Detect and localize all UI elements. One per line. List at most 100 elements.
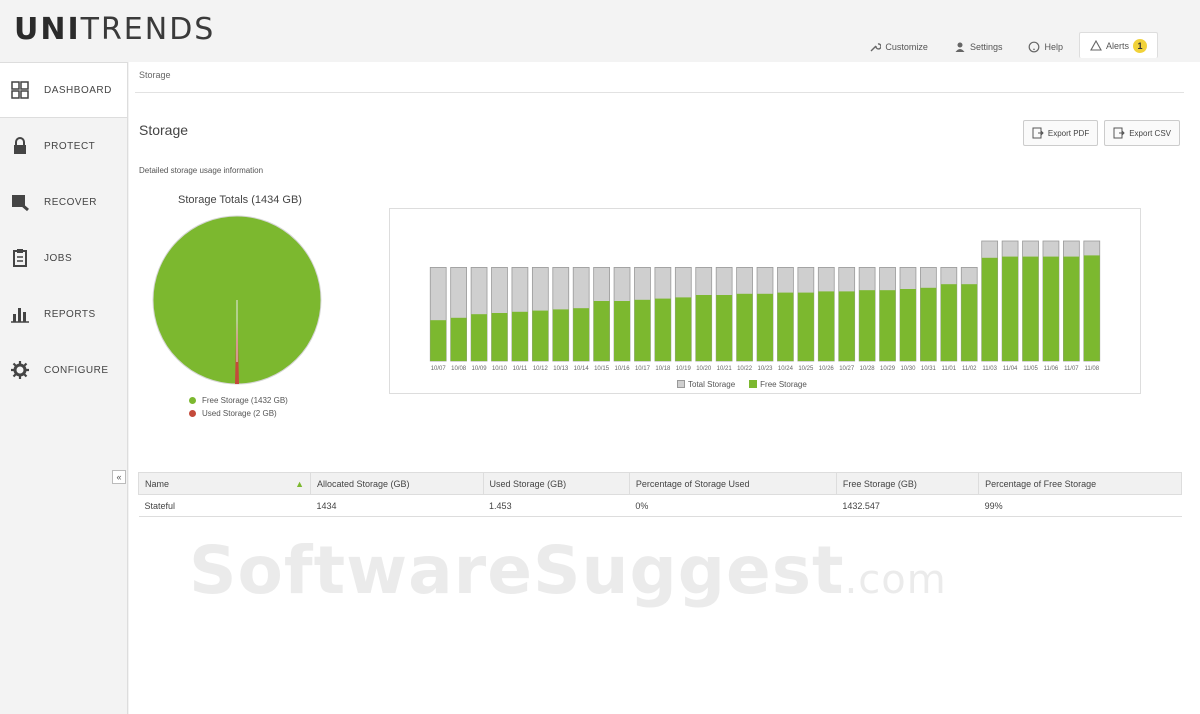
- main-content: Storage Storage Export PDF Export CSV De…: [129, 62, 1200, 714]
- bar-free[interactable]: [430, 320, 447, 361]
- sidebar-item-protect[interactable]: PROTECT: [0, 118, 127, 174]
- legend-label: Used Storage (2 GB): [202, 409, 277, 418]
- x-tick-label: 10/22: [737, 366, 753, 372]
- bar-legend: Total Storage Free Storage: [677, 380, 807, 389]
- bar-free[interactable]: [511, 311, 528, 361]
- bar-free[interactable]: [757, 293, 773, 361]
- bar-free[interactable]: [797, 292, 814, 361]
- help-label: Help: [1044, 42, 1063, 52]
- watermark-tld: .com: [844, 557, 947, 603]
- legend-item-free[interactable]: Free Storage (1432 GB): [189, 394, 288, 407]
- bar-free[interactable]: [961, 284, 978, 361]
- settings-link[interactable]: Settings: [944, 36, 1013, 58]
- sidebar-item-label: PROTECT: [44, 140, 96, 152]
- bar-free[interactable]: [634, 299, 651, 361]
- bar-free[interactable]: [736, 293, 753, 361]
- x-tick-label: 10/16: [615, 366, 631, 372]
- legend-swatch: [189, 397, 196, 404]
- x-tick-label: 10/29: [880, 366, 896, 372]
- breadcrumb[interactable]: Storage: [139, 70, 171, 80]
- bar-free[interactable]: [532, 310, 549, 361]
- column-header[interactable]: Percentage of Storage Used: [628, 472, 837, 495]
- x-tick-label: 10/27: [839, 366, 855, 372]
- bar-free[interactable]: [879, 290, 896, 361]
- sidebar-item-configure[interactable]: CONFIGURE: [0, 342, 127, 398]
- table-cell: 1434: [310, 494, 484, 517]
- bar-free[interactable]: [777, 292, 794, 361]
- bar-free[interactable]: [654, 298, 671, 361]
- sidebar: DASHBOARD PROTECT RECOVER JOBS REPORTS C…: [0, 62, 128, 714]
- x-tick-label: 10/11: [513, 366, 528, 372]
- x-tick-label: 11/02: [962, 366, 977, 372]
- top-bar: UNITRENDS Customize Settings Help Alerts…: [0, 0, 1200, 62]
- bar-free[interactable]: [552, 309, 569, 361]
- customize-link[interactable]: Customize: [859, 36, 938, 58]
- watermark: SoftwareSuggest.com: [189, 532, 947, 609]
- x-tick-label: 10/31: [921, 366, 937, 372]
- bar-free[interactable]: [1002, 256, 1019, 361]
- watermark-main: SoftwareSuggest: [189, 532, 845, 609]
- page-title: Storage: [139, 122, 189, 138]
- bar-free[interactable]: [818, 291, 835, 361]
- collapse-sidebar-button[interactable]: «: [112, 470, 126, 484]
- wrench-icon: [870, 43, 882, 52]
- bar-free[interactable]: [1083, 255, 1100, 361]
- table-cell: Stateful: [138, 494, 311, 517]
- sidebar-item-recover[interactable]: RECOVER: [0, 174, 127, 230]
- bar-free[interactable]: [1063, 256, 1080, 361]
- sort-icon[interactable]: ▲: [295, 479, 304, 489]
- legend-label: Free Storage: [760, 380, 807, 389]
- column-header[interactable]: Percentage of Free Storage: [978, 472, 1182, 495]
- bar-free[interactable]: [1022, 256, 1039, 361]
- bar-free[interactable]: [450, 317, 467, 361]
- x-tick-label: 11/04: [1003, 366, 1018, 372]
- bar-free[interactable]: [940, 284, 957, 361]
- x-tick-label: 10/07: [431, 366, 447, 372]
- bar-free[interactable]: [573, 308, 590, 361]
- table-cell: 1432.547: [836, 494, 979, 517]
- legend-item-free[interactable]: Free Storage: [749, 380, 807, 389]
- bar-free[interactable]: [859, 290, 876, 361]
- pie-legend: Free Storage (1432 GB) Used Storage (2 G…: [189, 394, 288, 420]
- bar-free[interactable]: [695, 295, 712, 361]
- column-header[interactable]: Allocated Storage (GB): [310, 472, 484, 495]
- column-header[interactable]: Name ▲: [138, 472, 311, 495]
- help-link[interactable]: Help: [1018, 36, 1073, 58]
- x-tick-label: 10/30: [900, 366, 916, 372]
- storage-table: Name ▲ Allocated Storage (GB) Used Storag…: [138, 472, 1182, 517]
- export-csv-button[interactable]: Export CSV: [1104, 120, 1180, 146]
- bar-free[interactable]: [920, 287, 937, 361]
- x-tick-label: 10/14: [574, 366, 590, 372]
- bar-free[interactable]: [614, 301, 630, 361]
- divider: [135, 92, 1184, 93]
- legend-item-used[interactable]: Used Storage (2 GB): [189, 407, 288, 420]
- bar-free[interactable]: [471, 314, 488, 361]
- x-tick-label: 10/17: [635, 366, 651, 372]
- bar-free[interactable]: [675, 297, 692, 361]
- sidebar-item-reports[interactable]: REPORTS: [0, 286, 127, 342]
- pie-title: Storage Totals (1434 GB): [178, 194, 302, 206]
- bar-free[interactable]: [593, 301, 610, 361]
- x-tick-label: 10/15: [594, 366, 610, 372]
- bar-free[interactable]: [981, 257, 998, 361]
- customize-label: Customize: [885, 42, 928, 52]
- x-tick-label: 11/01: [942, 366, 957, 372]
- alerts-link[interactable]: Alerts 1: [1078, 32, 1158, 58]
- sidebar-item-jobs[interactable]: JOBS: [0, 230, 127, 286]
- legend-item-total[interactable]: Total Storage: [677, 380, 735, 389]
- bar-free[interactable]: [716, 295, 733, 361]
- table-row[interactable]: Stateful 1434 1.453 0% 1432.547 99%: [138, 494, 1182, 517]
- export-pdf-button[interactable]: Export PDF: [1022, 120, 1099, 146]
- storage-bar-chart: 10/07 10/08 10/09 10/10 10/11 10/12 10/13 10/14…: [389, 208, 1141, 394]
- column-header[interactable]: Free Storage (GB): [835, 472, 980, 495]
- legend-swatch: [677, 380, 685, 388]
- legend-label: Free Storage (1432 GB): [202, 396, 288, 405]
- bar-free[interactable]: [1042, 256, 1059, 361]
- sidebar-item-dashboard[interactable]: DASHBOARD: [0, 62, 127, 118]
- bar-free[interactable]: [900, 289, 916, 361]
- bar-free[interactable]: [838, 291, 855, 361]
- bar-free[interactable]: [491, 313, 508, 361]
- x-tick-label: 10/25: [798, 366, 814, 372]
- x-tick-label: 11/08: [1084, 366, 1099, 372]
- column-header[interactable]: Used Storage (GB): [482, 472, 630, 495]
